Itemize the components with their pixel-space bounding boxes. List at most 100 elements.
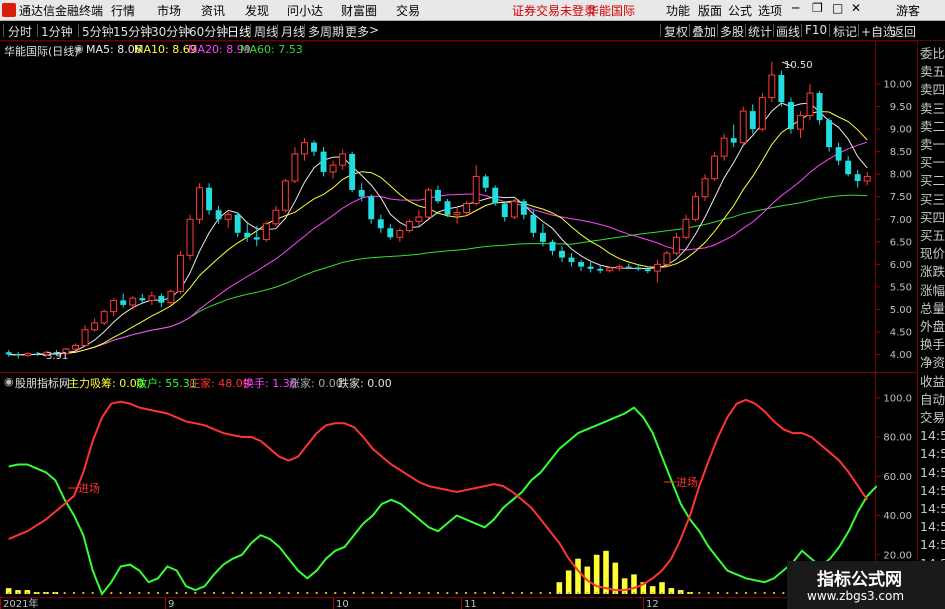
candle-body (739, 110, 747, 144)
absorb-baseline-dot (437, 592, 439, 594)
side-panel-item[interactable]: 总量 (920, 300, 945, 318)
side-panel-item[interactable]: 卖三 (920, 100, 945, 118)
candle-body (253, 237, 260, 240)
side-panel-item[interactable]: 卖四 (920, 81, 945, 99)
candle-body (320, 151, 327, 172)
candle-body (91, 322, 99, 331)
candle-body (349, 153, 356, 190)
side-panel-item[interactable]: 14:56 (920, 445, 945, 463)
watermark-title: 指标公式网 (817, 570, 902, 590)
side-panel-item[interactable]: 买五 (920, 227, 945, 245)
price-tick-label: 4.50 (890, 327, 912, 338)
candle-body (597, 268, 604, 271)
absorb-baseline-dot (773, 592, 775, 594)
absorb-baseline-dot (138, 592, 141, 594)
absorb-baseline-dot (661, 592, 663, 594)
side-panel-item[interactable]: 外盘 (920, 318, 945, 336)
absorb-baseline-dot (782, 592, 785, 594)
absorb-baseline-dot (381, 592, 383, 594)
side-panel-item[interactable]: 净资 (920, 354, 945, 372)
candle-body (501, 203, 508, 218)
high-price-label: 10.50 (784, 60, 813, 71)
side-panel-item[interactable]: 买三 (920, 191, 945, 209)
absorb-baseline-dot (745, 592, 747, 594)
absorb-baseline-dot (586, 592, 589, 594)
candle-body (453, 212, 461, 216)
absorb-baseline-dot (203, 592, 206, 594)
candle-body (530, 214, 537, 233)
absorb-baseline-dot (455, 592, 458, 594)
side-panel-item[interactable]: 现价 (920, 245, 945, 263)
side-panel-item[interactable]: 14:56 (920, 500, 945, 518)
absorb-baseline-dot (642, 592, 645, 594)
absorb-baseline-dot (315, 592, 318, 594)
side-panel-item[interactable]: 14:56 (920, 427, 945, 445)
candle-body (435, 189, 441, 202)
candle-body (148, 295, 156, 301)
candle-body (653, 263, 661, 272)
price-tick-label: 10.00 (883, 80, 912, 91)
absorb-baseline-dot (754, 592, 757, 594)
side-panel-item[interactable]: 买四 (920, 209, 945, 227)
candle-body (224, 214, 232, 220)
absorb-baseline-dot (325, 592, 327, 594)
date-tick-label: 11 (464, 599, 477, 609)
absorb-baseline-dot (17, 592, 19, 594)
side-panel-item[interactable]: 14:56 (920, 518, 945, 536)
candle-body (81, 329, 89, 346)
candle-body (863, 175, 871, 182)
absorb-baseline-dot (334, 592, 337, 594)
candle-body (234, 214, 241, 233)
candle-body (587, 266, 594, 269)
site-watermark: 指标公式网 www.zbgs3.com (787, 561, 945, 609)
candle-body (301, 142, 308, 155)
absorb-baseline-dot (595, 592, 598, 594)
side-panel-item[interactable]: 卖五 (920, 63, 945, 81)
candle-body (196, 187, 203, 220)
candle-body (329, 164, 337, 173)
candle-body (797, 115, 804, 130)
absorb-baseline-dot (250, 592, 253, 594)
side-panel-item[interactable]: 收益 (920, 373, 945, 391)
side-panel-item[interactable]: 涨幅 (920, 282, 945, 300)
kline-chart[interactable]: 4.00 4.50 5.00 5.50 6.00 6.50 7.00 7.50 8.00 8.50… (0, 0, 945, 609)
absorb-baseline-dot (670, 592, 673, 594)
price-tick-label: 9.00 (890, 125, 912, 136)
candle-body (120, 300, 127, 305)
side-panel-item[interactable]: 买一 (920, 154, 945, 172)
side-panel-item[interactable]: 14:56 (920, 536, 945, 554)
candle-body (606, 267, 614, 272)
side-panel-item[interactable]: 14:56 (920, 464, 945, 482)
side-panel-item[interactable]: 委比 (920, 45, 945, 63)
candle-body (463, 202, 471, 214)
candle-body (396, 230, 404, 238)
absorb-baseline-dot (175, 592, 178, 594)
price-tick-label: 7.00 (890, 215, 912, 226)
candle-body (281, 180, 289, 211)
side-panel-item[interactable]: 卖一 (920, 136, 945, 154)
candle-body (845, 160, 852, 175)
candle-body (244, 232, 251, 238)
side-panel-item[interactable]: 换手 (920, 336, 945, 354)
dealer-line (8, 398, 869, 592)
candle-body (826, 120, 833, 148)
price-tick-label: 7.50 (890, 192, 912, 203)
candle-body (368, 196, 375, 220)
price-tick-label: 8.50 (890, 147, 912, 158)
absorb-baseline-dot (63, 592, 66, 594)
candle-body (177, 254, 184, 292)
side-panel-item[interactable]: 卖二 (920, 118, 945, 136)
absorb-baseline-dot (26, 592, 29, 594)
side-panel-item[interactable]: 14:56 (920, 482, 945, 500)
ma60-line (8, 194, 868, 356)
absorb-baseline-dot (502, 592, 505, 594)
side-panel-item[interactable]: 自动 (920, 391, 945, 409)
side-panel-item[interactable]: 交易 (920, 409, 945, 427)
side-panel-item[interactable]: 买二 (920, 172, 945, 190)
date-tick-label: 2021年 (3, 597, 38, 609)
date-tick-label: 12 (646, 599, 659, 609)
side-panel-item[interactable]: 涨跌 (920, 263, 945, 281)
indicator-tick-label: 40.00 (883, 511, 912, 522)
absorb-baseline-dot (483, 592, 486, 594)
absorb-baseline-dot (185, 592, 187, 594)
